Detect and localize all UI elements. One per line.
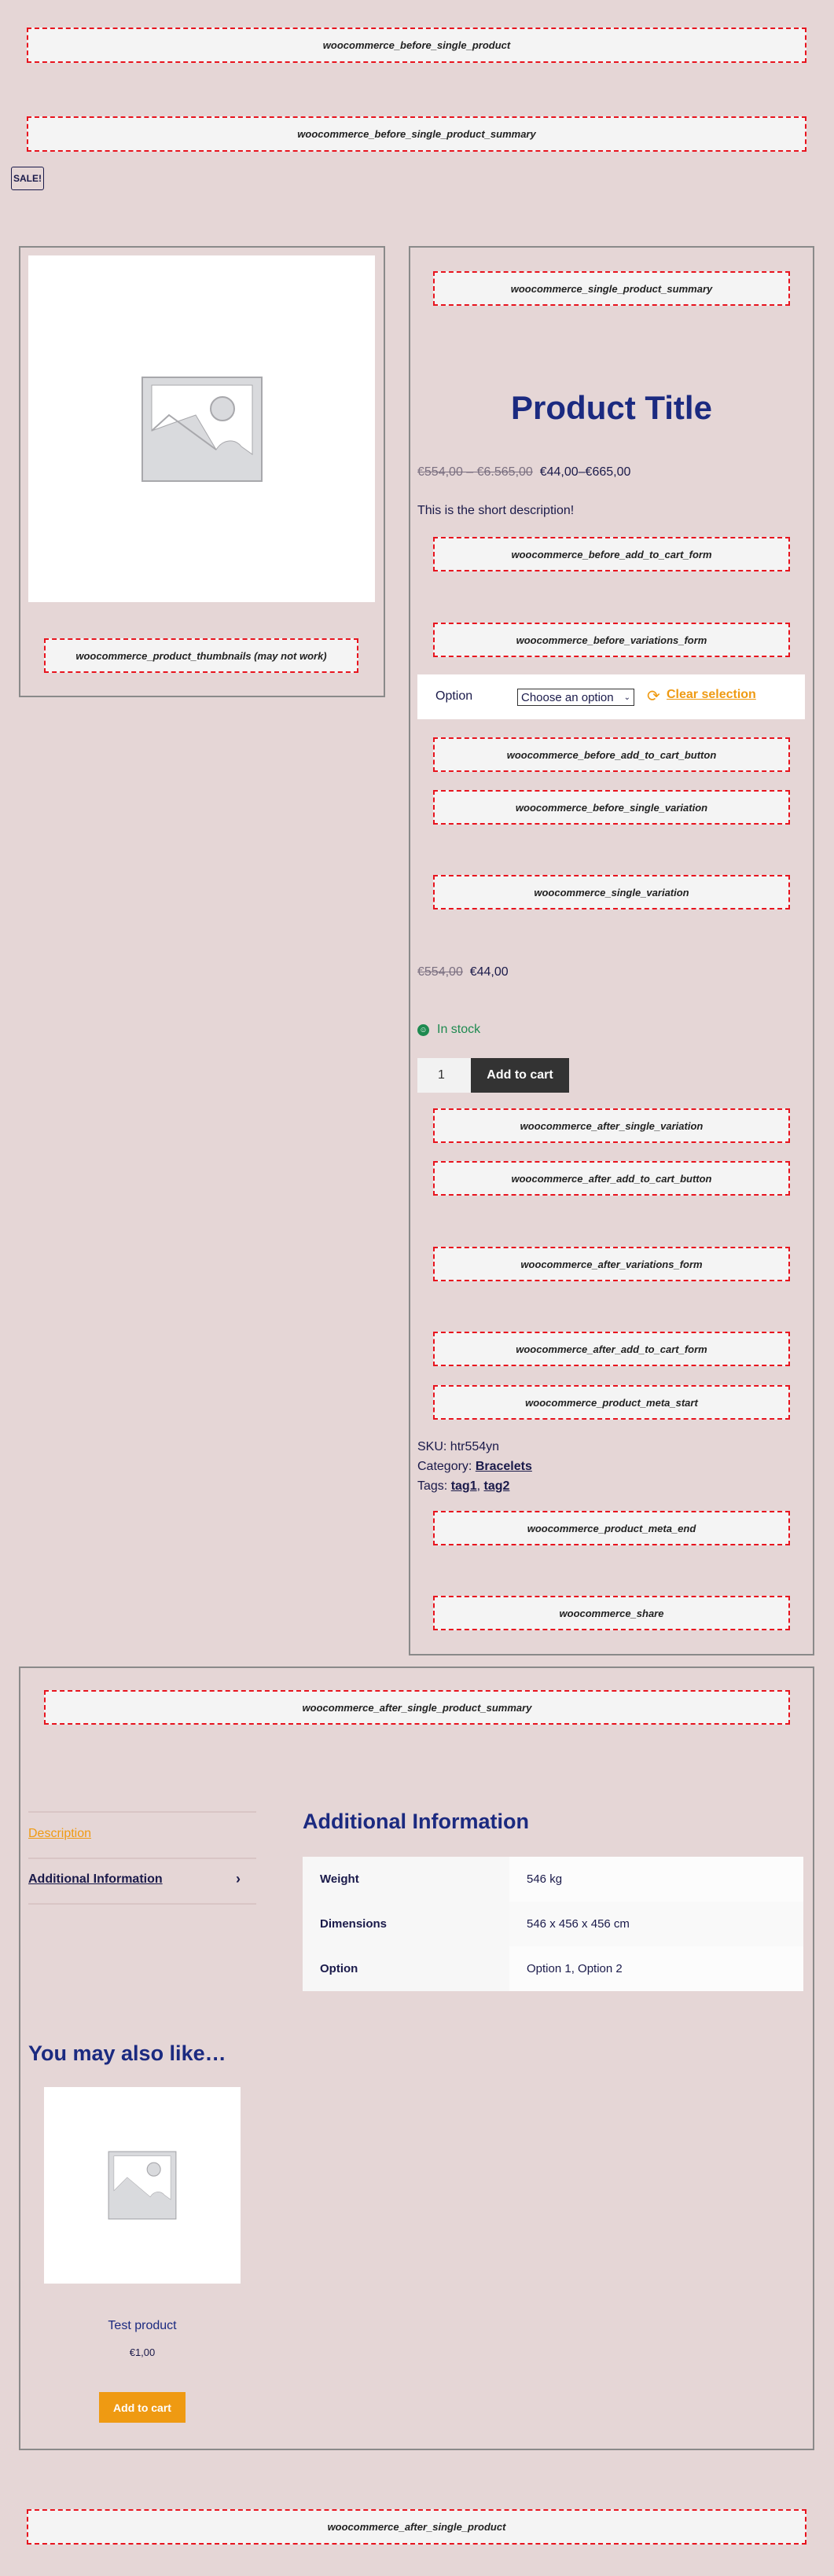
chevron-right-icon: › bbox=[236, 1871, 241, 1887]
attr-label: Option bbox=[303, 1946, 509, 1991]
attr-value: Option 1, Option 2 bbox=[509, 1946, 803, 1991]
quantity-input[interactable]: 1 bbox=[417, 1058, 471, 1093]
sale-badge: SALE! bbox=[11, 167, 44, 190]
sale-price: €44,00–€665,00 bbox=[539, 465, 631, 479]
regular-price: €554,00 – €6.565,00 bbox=[417, 465, 533, 479]
additional-info-heading: Additional Information bbox=[303, 1810, 529, 1833]
variation-sale-price: €44,00 bbox=[469, 965, 509, 979]
attr-label: Weight bbox=[303, 1857, 509, 1902]
category-line: Category: Bracelets bbox=[417, 1457, 532, 1476]
sku-label: SKU: bbox=[417, 1440, 447, 1453]
category-label: Category: bbox=[417, 1460, 472, 1473]
refresh-icon: ⟳ bbox=[647, 688, 660, 705]
variation-option-row: Option Choose an option ⌄ ⟳ Clear selecti… bbox=[417, 674, 805, 719]
related-product-name[interactable]: Test product bbox=[44, 2319, 241, 2333]
add-to-cart-button[interactable]: Add to cart bbox=[471, 1058, 569, 1093]
attr-value: 546 x 456 x 456 cm bbox=[509, 1902, 803, 1946]
hook-after-add-to-cart-button: woocommerce_after_add_to_cart_button bbox=[433, 1161, 790, 1196]
attr-value: 546 kg bbox=[509, 1857, 803, 1902]
table-row: Dimensions 546 x 456 x 456 cm bbox=[303, 1902, 803, 1946]
price-range: €554,00 – €6.565,00 €44,00–€665,00 bbox=[417, 465, 630, 480]
product-image[interactable] bbox=[28, 255, 375, 602]
related-heading: You may also like… bbox=[28, 2041, 226, 2065]
table-row: Weight 546 kg bbox=[303, 1857, 803, 1902]
hook-share: woocommerce_share bbox=[433, 1596, 790, 1630]
hook-after-add-to-cart-form: woocommerce_after_add_to_cart_form bbox=[433, 1332, 790, 1366]
hook-before-single-product: woocommerce_before_single_product bbox=[27, 28, 806, 63]
product-title: Product Title bbox=[511, 389, 712, 426]
hook-after-single-product: woocommerce_after_single_product bbox=[27, 2509, 806, 2545]
short-description: This is the short description! bbox=[417, 504, 575, 517]
category-link[interactable]: Bracelets bbox=[476, 1460, 532, 1473]
option-label: Option bbox=[435, 689, 473, 703]
divider bbox=[28, 1858, 256, 1859]
attr-label: Dimensions bbox=[303, 1902, 509, 1946]
image-placeholder-icon bbox=[141, 376, 263, 482]
hook-after-single-product-summary: woocommerce_after_single_product_summary bbox=[44, 1690, 790, 1725]
variation-price: €554,00 €44,00 bbox=[417, 965, 509, 979]
hook-after-variations-form: woocommerce_after_variations_form bbox=[433, 1247, 790, 1281]
tab-description[interactable]: Description bbox=[28, 1827, 91, 1841]
hook-product-meta-start: woocommerce_product_meta_start bbox=[433, 1385, 790, 1420]
stock-status: ☺ In stock bbox=[417, 1023, 480, 1037]
option-select-value: Choose an option bbox=[521, 690, 614, 704]
stock-text: In stock bbox=[437, 1023, 481, 1036]
smile-icon: ☺ bbox=[417, 1023, 429, 1036]
sku-line: SKU: htr554yn bbox=[417, 1437, 532, 1457]
tag-link[interactable]: tag1 bbox=[451, 1479, 477, 1493]
table-row: Option Option 1, Option 2 bbox=[303, 1946, 803, 1991]
tag-link[interactable]: tag2 bbox=[484, 1479, 510, 1493]
hook-before-variations-form: woocommerce_before_variations_form bbox=[433, 623, 790, 657]
hook-single-variation: woocommerce_single_variation bbox=[433, 875, 790, 910]
related-product-image[interactable] bbox=[44, 2087, 241, 2284]
hook-before-add-to-cart-button: woocommerce_before_add_to_cart_button bbox=[433, 737, 790, 772]
related-add-to-cart-button[interactable]: Add to cart bbox=[99, 2392, 186, 2423]
tab-additional-information[interactable]: Additional Information bbox=[28, 1872, 163, 1887]
product-meta: SKU: htr554yn Category: Bracelets Tags: … bbox=[417, 1437, 532, 1496]
hook-before-single-variation: woocommerce_before_single_variation bbox=[433, 790, 790, 825]
hook-before-single-product-summary: woocommerce_before_single_product_summar… bbox=[27, 116, 806, 152]
related-product-price: €1,00 bbox=[129, 2346, 156, 2358]
tags-line: Tags: tag1, tag2 bbox=[417, 1476, 532, 1496]
clear-selection-link[interactable]: Clear selection bbox=[667, 688, 756, 702]
divider bbox=[28, 1903, 256, 1905]
hook-product-meta-end: woocommerce_product_meta_end bbox=[433, 1511, 790, 1545]
variation-regular-price: €554,00 bbox=[417, 965, 463, 979]
chevron-down-icon: ⌄ bbox=[623, 693, 630, 702]
hook-single-product-summary: woocommerce_single_product_summary bbox=[433, 271, 790, 306]
option-select[interactable]: Choose an option ⌄ bbox=[517, 689, 634, 706]
hook-before-add-to-cart-form: woocommerce_before_add_to_cart_form bbox=[433, 537, 790, 571]
hook-product-thumbnails: woocommerce_product_thumbnails (may not … bbox=[44, 638, 358, 673]
tag-separator: , bbox=[476, 1479, 481, 1493]
tags-label: Tags: bbox=[417, 1479, 448, 1493]
image-placeholder-icon bbox=[108, 2151, 177, 2220]
sku-value: htr554yn bbox=[450, 1440, 500, 1453]
divider bbox=[28, 1811, 256, 1813]
additional-info-table: Weight 546 kg Dimensions 546 x 456 x 456 c… bbox=[303, 1857, 803, 1991]
hook-after-single-variation: woocommerce_after_single_variation bbox=[433, 1108, 790, 1143]
